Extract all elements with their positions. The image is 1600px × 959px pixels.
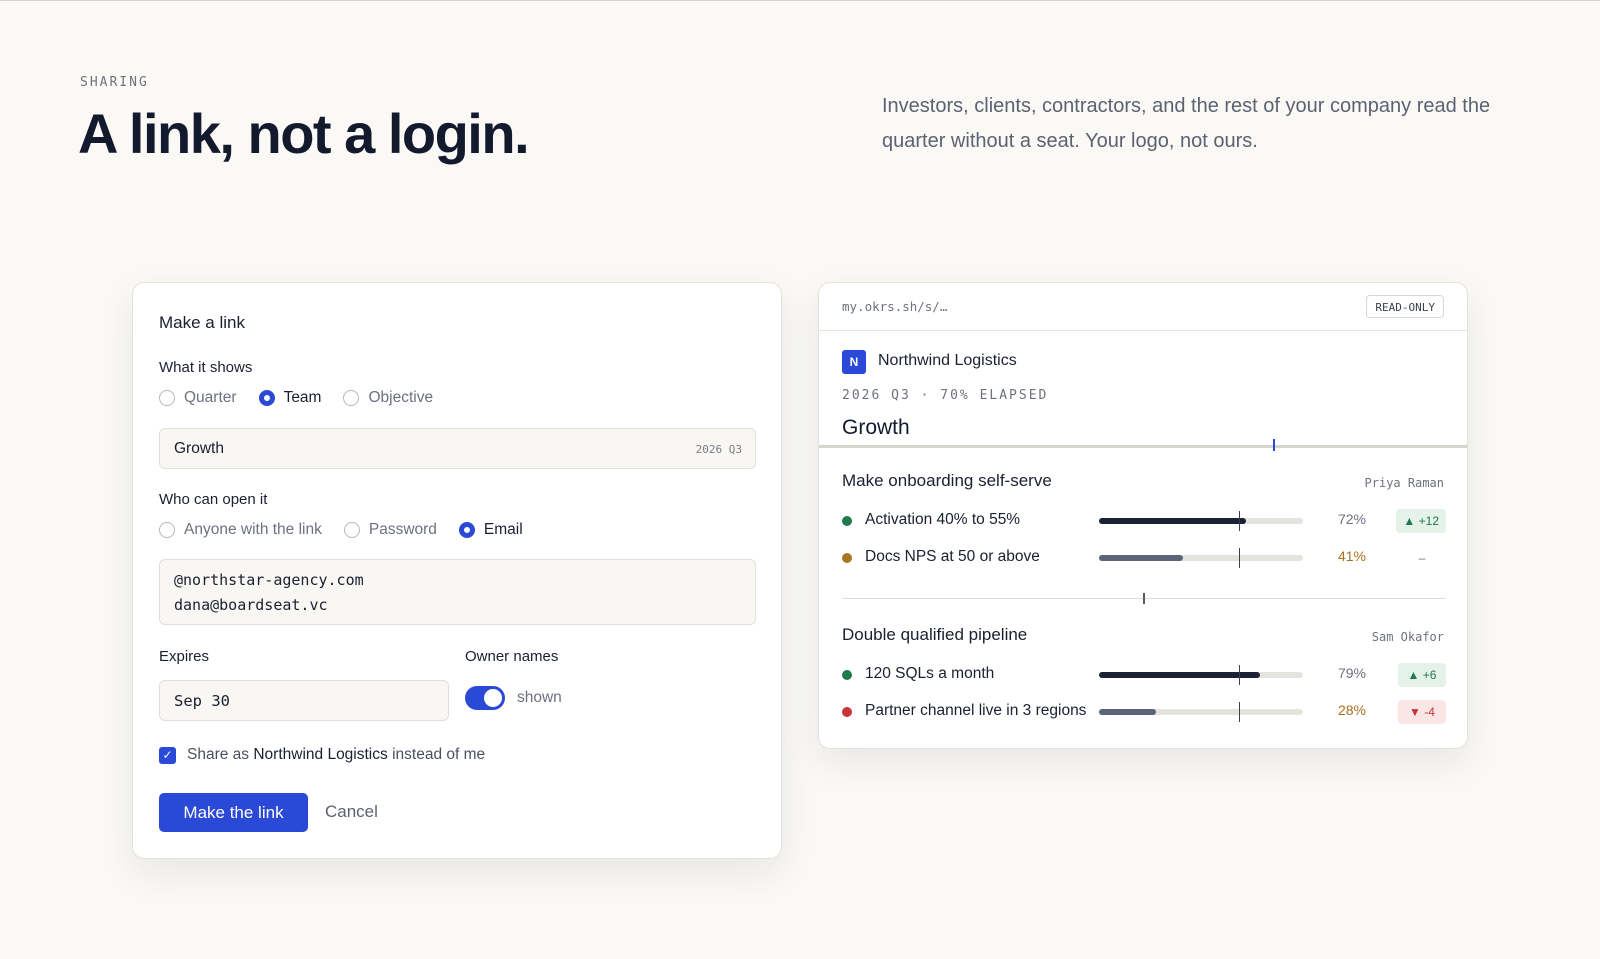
status-dot: [842, 553, 852, 563]
kr-percent: 72%: [1337, 511, 1366, 527]
quarter-tag: 2026 Q3: [695, 443, 742, 456]
radio-anyone[interactable]: Anyone with the link: [159, 521, 322, 539]
expected-progress-marker: [1239, 548, 1240, 568]
radio-password[interactable]: Password: [343, 521, 437, 539]
progress-fill: [1099, 672, 1261, 678]
share-as-checkbox[interactable]: ✓: [159, 747, 176, 764]
status-dot: [842, 670, 852, 680]
radio-label: Objective: [368, 389, 434, 406]
access-radio-group: Anyone with the link Password Email: [159, 521, 545, 539]
radio-circle: [343, 390, 360, 406]
radio-objective[interactable]: Objective: [343, 389, 433, 407]
key-result-row: Docs NPS at 50 or above 41% –: [842, 546, 1446, 570]
url-bar: my.okrs.sh/s/… READ-ONLY: [819, 283, 1467, 331]
share-as-org: Northwind Logistics: [253, 746, 388, 763]
status-dot: [842, 516, 852, 526]
radio-team[interactable]: Team: [258, 389, 322, 407]
shows-label: What it shows: [159, 359, 253, 376]
toggle-knob: [484, 689, 502, 707]
expires-value: Sep 30: [174, 692, 230, 710]
team-select-value: Growth: [174, 440, 224, 457]
progress-fill: [1099, 709, 1157, 715]
owner-names-toggle[interactable]: [465, 686, 505, 710]
kr-name: 120 SQLs a month: [865, 665, 995, 682]
radio-label: Team: [283, 389, 322, 406]
email-list-field[interactable]: @northstar-agency.com dana@boardseat.vc: [159, 559, 756, 625]
lede: Investors, clients, contractors, and the…: [882, 95, 1491, 152]
kr-delta: –: [1418, 551, 1426, 565]
kr-percent: 79%: [1337, 665, 1366, 681]
team-select[interactable]: Growth 2026 Q3: [159, 428, 756, 469]
radio-quarter[interactable]: Quarter: [159, 389, 237, 407]
radio-label: Email: [483, 521, 523, 538]
progress-track: [1099, 709, 1303, 715]
quarter-elapsed-marker: [1273, 439, 1275, 451]
kr-percent: 41%: [1337, 548, 1366, 564]
progress-track: [1099, 672, 1303, 678]
radio-label: Anyone with the link: [184, 521, 322, 538]
cancel-button[interactable]: Cancel: [325, 802, 378, 822]
key-result-row: Partner channel live in 3 regions 28% ▼ …: [842, 700, 1446, 724]
expires-label: Expires: [159, 648, 210, 665]
make-link-panel: Make a link What it shows Quarter Team O…: [132, 282, 782, 859]
eyebrow: SHARING: [80, 75, 149, 90]
owner-names-label: Owner names: [465, 648, 559, 665]
expected-progress-marker: [1239, 702, 1240, 722]
kr-percent: 28%: [1337, 702, 1366, 718]
radio-label: Password: [368, 521, 437, 538]
share-as-prefix: Share as: [187, 746, 250, 763]
radio-circle: [159, 522, 175, 538]
quarter-elapsed-track: [819, 445, 1467, 448]
company-name: Northwind Logistics: [878, 352, 1017, 369]
kr-name: Partner channel live in 3 regions: [865, 702, 1087, 719]
kr-delta: ▼ -4: [1398, 700, 1446, 724]
radio-circle: [343, 522, 360, 538]
key-result-row: 120 SQLs a month 79% ▲ +6: [842, 663, 1446, 687]
radio-label: Quarter: [184, 389, 237, 406]
shows-radio-group: Quarter Team Objective: [159, 389, 455, 407]
read-only-badge: READ-ONLY: [1366, 295, 1444, 318]
key-result-row: Activation 40% to 55% 72% ▲ +12: [842, 509, 1446, 533]
expected-progress-marker: [1239, 511, 1240, 531]
kr-delta: ▲ +6: [1398, 663, 1446, 687]
make-link-button[interactable]: Make the link: [159, 793, 308, 832]
team-title: Growth: [842, 416, 910, 439]
radio-circle: [258, 390, 275, 406]
objective-title: Make onboarding self-serve: [842, 471, 1052, 490]
panel-title: Make a link: [159, 313, 245, 332]
shared-view-preview: my.okrs.sh/s/… READ-ONLY N Northwind Log…: [818, 282, 1468, 749]
share-url[interactable]: my.okrs.sh/s/…: [842, 299, 947, 314]
headline: A link, not a login.: [78, 102, 530, 165]
progress-track: [1099, 555, 1303, 561]
status-dot: [842, 707, 852, 717]
share-as-suffix: instead of me: [392, 746, 486, 763]
email-lines: @northstar-agency.com dana@boardseat.vc: [174, 568, 364, 618]
objective-owner: Priya Raman: [1364, 476, 1444, 490]
progress-fill: [1099, 518, 1246, 524]
radio-email[interactable]: Email: [458, 521, 523, 539]
objective-title: Double qualified pipeline: [842, 625, 1028, 644]
expected-progress-marker: [1239, 665, 1240, 685]
kr-name: Activation 40% to 55%: [865, 511, 1021, 528]
email-entry: dana@boardseat.vc: [174, 596, 328, 614]
expires-input[interactable]: Sep 30: [159, 680, 449, 721]
radio-circle: [458, 522, 475, 538]
access-label: Who can open it: [159, 491, 268, 508]
objective-owner: Sam Okafor: [1371, 630, 1444, 644]
divider-tick: [1143, 593, 1145, 604]
progress-track: [1099, 518, 1303, 524]
email-entry: @northstar-agency.com: [174, 571, 364, 589]
owner-names-state: shown: [517, 689, 562, 706]
progress-fill: [1099, 555, 1183, 561]
period-label: 2026 Q3 · 70% ELAPSED: [842, 388, 1049, 403]
radio-circle: [159, 390, 175, 406]
kr-name: Docs NPS at 50 or above: [865, 548, 1040, 565]
company-logo: N: [842, 350, 866, 374]
share-as-label: Share as Northwind Logistics instead of …: [187, 746, 485, 764]
kr-delta: ▲ +12: [1396, 509, 1446, 533]
